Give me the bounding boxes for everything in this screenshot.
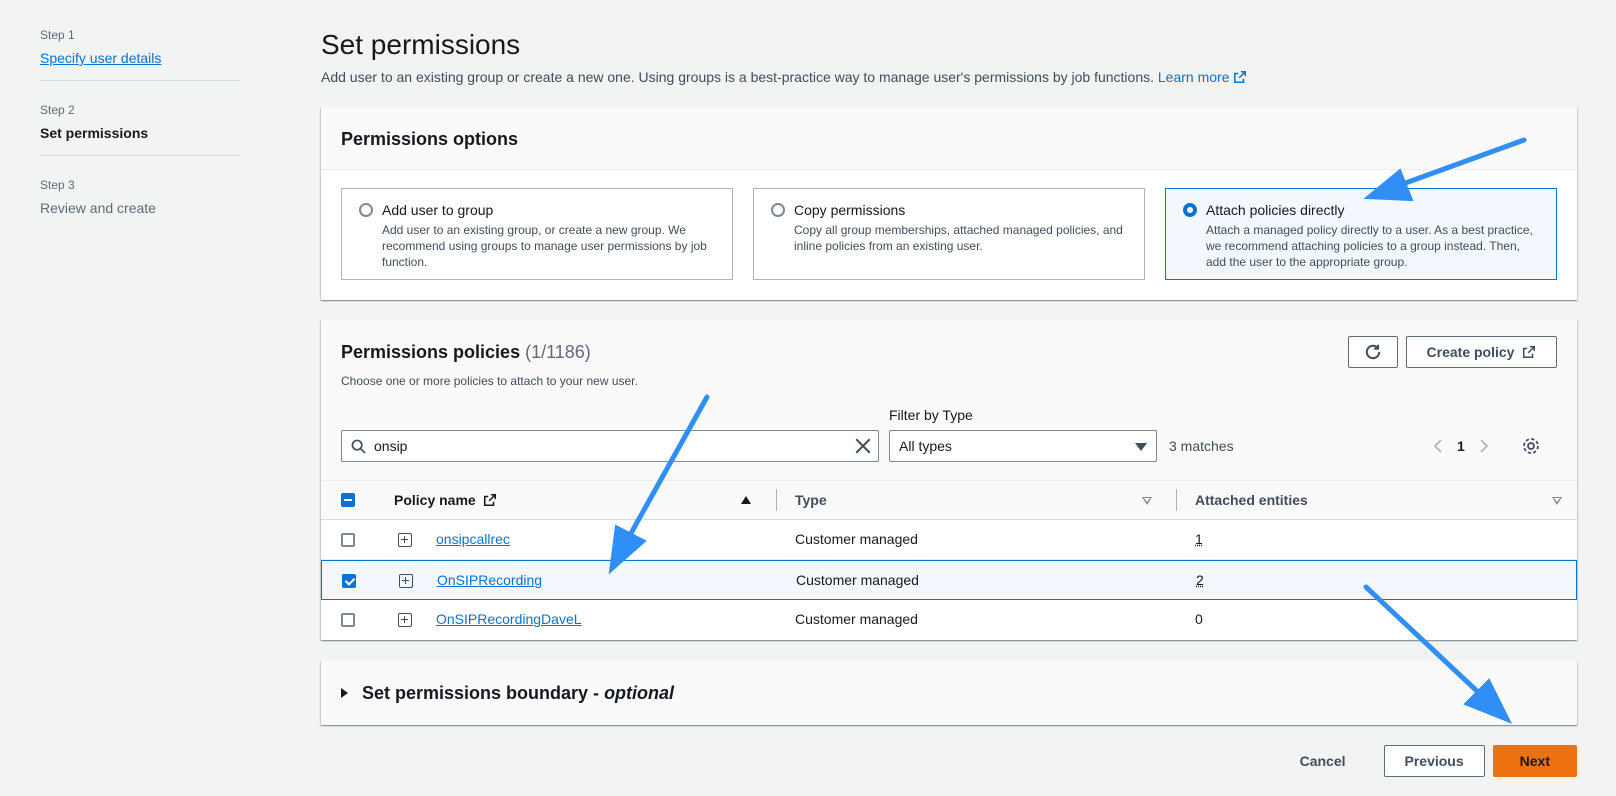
cancel-button[interactable]: Cancel xyxy=(1270,745,1376,777)
matches-count: 3 matches xyxy=(1169,438,1234,454)
external-link-icon xyxy=(1523,345,1536,359)
row-checkbox[interactable] xyxy=(341,613,355,627)
policy-type: Customer managed xyxy=(796,572,919,588)
column-policy-name[interactable]: Policy name xyxy=(394,492,497,508)
policy-search-field[interactable]: onsip xyxy=(341,430,879,462)
attached-entities[interactable]: 2 xyxy=(1196,572,1204,588)
page-title: Set permissions xyxy=(321,29,521,60)
policies-title-text: Permissions policies xyxy=(341,342,521,362)
policy-name-link[interactable]: onsipcallrec xyxy=(436,531,510,547)
chevron-right-icon[interactable] xyxy=(1479,438,1489,454)
policy-type: Customer managed xyxy=(795,611,918,627)
tile-copy-permissions-title: Copy permissions xyxy=(794,202,906,218)
sort-icon[interactable] xyxy=(1142,497,1152,505)
step-3-number: Step 3 xyxy=(40,178,75,192)
tile-add-user-to-group-desc: Add user to an existing group, or create… xyxy=(382,223,707,269)
sort-ascending-icon[interactable] xyxy=(741,496,751,504)
refresh-icon xyxy=(1365,344,1381,360)
boundary-title-text: Set permissions boundary - xyxy=(362,682,605,703)
step-1: Step 1 Specify user details xyxy=(40,26,240,81)
radio-add-user-to-group[interactable] xyxy=(359,203,373,217)
filter-by-type-label: Filter by Type xyxy=(889,407,973,423)
row-checkbox[interactable] xyxy=(342,574,356,588)
policies-table-header: Policy name Type Attached entities xyxy=(321,480,1577,520)
filter-by-type-value: All types xyxy=(899,438,952,454)
policy-name-link[interactable]: OnSIPRecordingDaveL xyxy=(436,611,582,627)
permissions-policies-title: Permissions policies (1/1186) xyxy=(341,340,591,364)
learn-more-link[interactable]: Learn more xyxy=(1158,69,1248,85)
caret-right-icon xyxy=(341,688,348,698)
permissions-boundary-header[interactable]: Set permissions boundary - optional xyxy=(321,661,1577,725)
attached-entities: 0 xyxy=(1195,611,1203,627)
create-policy-button[interactable]: Create policy xyxy=(1406,336,1557,368)
tile-attach-policies-directly-title: Attach policies directly xyxy=(1206,202,1345,218)
tile-add-user-to-group[interactable]: Add user to group Add user to an existin… xyxy=(341,188,733,280)
create-policy-label: Create policy xyxy=(1426,344,1515,360)
row-checkbox[interactable] xyxy=(341,533,355,547)
permissions-options-header: Permissions options xyxy=(321,107,1577,170)
pagination: 1 xyxy=(1433,430,1489,462)
table-row[interactable]: OnSIPRecordingDaveL Customer managed 0 xyxy=(321,600,1577,640)
clear-search-icon[interactable] xyxy=(854,437,872,455)
select-all-checkbox[interactable] xyxy=(341,493,355,507)
column-attached-entities[interactable]: Attached entities xyxy=(1195,492,1308,508)
permissions-policies-header: Permissions policies (1/1186) Choose one… xyxy=(321,320,1577,520)
step-1-link[interactable]: Specify user details xyxy=(40,48,240,68)
expand-row-icon[interactable] xyxy=(398,533,412,547)
policy-type: Customer managed xyxy=(795,531,918,547)
step-2: Step 2 Set permissions xyxy=(40,101,240,156)
permissions-policies-panel: Permissions policies (1/1186) Choose one… xyxy=(321,320,1577,640)
policy-search-input[interactable]: onsip xyxy=(374,438,407,454)
tile-add-user-to-group-title: Add user to group xyxy=(382,202,494,218)
page-description-text: Add user to an existing group or create … xyxy=(321,69,1154,85)
external-link-icon xyxy=(1234,70,1247,84)
step-3: Step 3 Review and create xyxy=(40,176,240,230)
tile-attach-policies-directly[interactable]: Attach policies directly Attach a manage… xyxy=(1165,188,1557,280)
step-2-number: Step 2 xyxy=(40,103,75,117)
wizard-steps-nav: Step 1 Specify user details Step 2 Set p… xyxy=(40,26,240,250)
column-type[interactable]: Type xyxy=(795,492,827,508)
step-1-number: Step 1 xyxy=(40,28,75,42)
filter-by-type-select[interactable]: All types xyxy=(889,430,1157,462)
table-row[interactable]: onsipcallrec Customer managed 1 xyxy=(321,520,1577,560)
radio-copy-permissions[interactable] xyxy=(771,203,785,217)
next-button[interactable]: Next xyxy=(1492,745,1577,777)
breadcrumb-fragment xyxy=(40,0,140,2)
gear-icon[interactable] xyxy=(1521,436,1541,456)
tile-copy-permissions-desc: Copy all group memberships, attached man… xyxy=(794,223,1123,253)
step-2-label: Set permissions xyxy=(40,125,149,141)
permissions-options-title: Permissions options xyxy=(341,129,519,149)
search-icon xyxy=(351,439,366,454)
policies-subtitle: Choose one or more policies to attach to… xyxy=(341,374,638,388)
column-separator[interactable] xyxy=(1176,489,1177,511)
policies-count: (1/1186) xyxy=(525,342,591,362)
permissions-options-panel: Permissions options Add user to group Ad… xyxy=(321,107,1577,300)
expand-row-icon[interactable] xyxy=(399,574,413,588)
external-link-icon xyxy=(483,493,496,507)
page-description: Add user to an existing group or create … xyxy=(321,67,1247,87)
table-row[interactable]: OnSIPRecording Customer managed 2 xyxy=(321,560,1577,600)
caret-down-icon xyxy=(1135,443,1147,451)
step-3-label: Review and create xyxy=(40,200,156,216)
learn-more-label: Learn more xyxy=(1157,69,1230,85)
chevron-left-icon[interactable] xyxy=(1433,438,1443,454)
policy-name-link[interactable]: OnSIPRecording xyxy=(437,572,542,588)
attached-entities[interactable]: 1 xyxy=(1195,531,1203,547)
expand-row-icon[interactable] xyxy=(398,613,412,627)
column-policy-name-label: Policy name xyxy=(394,492,476,508)
permissions-options-tiles: Add user to group Add user to an existin… xyxy=(321,170,1577,298)
wizard-actions: Cancel Previous Next xyxy=(1270,745,1577,777)
previous-button[interactable]: Previous xyxy=(1383,745,1485,777)
page-number[interactable]: 1 xyxy=(1457,438,1465,454)
boundary-optional-text: optional xyxy=(604,682,675,703)
tile-copy-permissions[interactable]: Copy permissions Copy all group membersh… xyxy=(753,188,1145,280)
column-separator[interactable] xyxy=(776,489,777,511)
sort-icon[interactable] xyxy=(1552,497,1562,505)
permissions-boundary-panel[interactable]: Set permissions boundary - optional xyxy=(321,661,1577,725)
permissions-boundary-title: Set permissions boundary - optional xyxy=(362,683,674,704)
tile-attach-policies-directly-desc: Attach a managed policy directly to a us… xyxy=(1206,223,1533,269)
refresh-button[interactable] xyxy=(1348,336,1398,368)
radio-attach-policies-directly[interactable] xyxy=(1183,203,1197,217)
